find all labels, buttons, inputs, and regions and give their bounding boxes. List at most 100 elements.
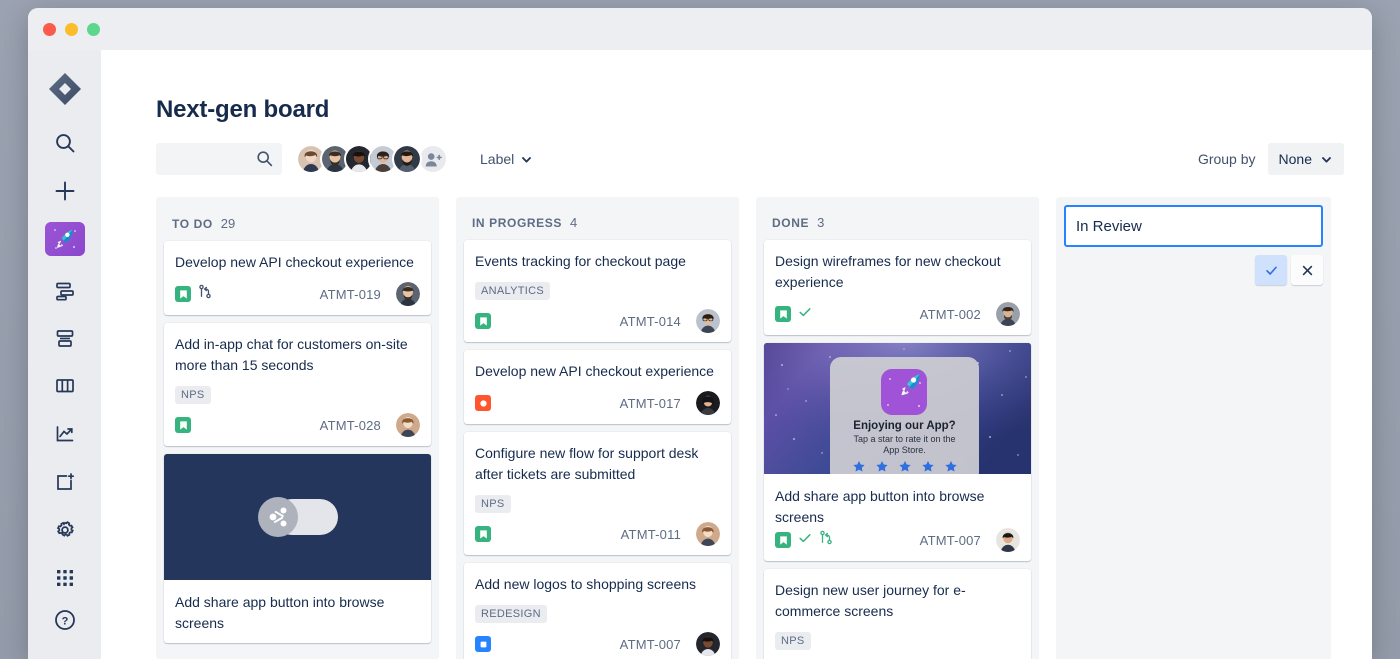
atlassian-logo[interactable] [45, 72, 85, 106]
column-header[interactable]: IN PROGRESS 4 [464, 197, 731, 240]
board-main: Next-gen board Label Group by None TO DO… [101, 50, 1372, 659]
board-toolbar: Label Group by None [156, 143, 1372, 175]
board-icon[interactable] [45, 369, 85, 403]
column-header[interactable]: DONE 3 [764, 197, 1031, 240]
avatar[interactable] [696, 632, 720, 656]
avatar[interactable] [996, 528, 1020, 552]
roadmap-icon[interactable] [45, 322, 85, 356]
board-columns: TO DO 29 Develop new API checkout experi… [156, 197, 1372, 659]
issue-key: ATMT-014 [619, 313, 681, 329]
confirm-new-column-button[interactable] [1255, 255, 1287, 285]
card[interactable]: Develop new API checkout experience ATMT… [464, 350, 731, 424]
new-column-form [1056, 197, 1331, 659]
avatar[interactable] [996, 302, 1020, 326]
avatar[interactable] [696, 522, 720, 546]
column-count: 3 [817, 215, 825, 230]
issue-key: ATMT-011 [620, 526, 681, 542]
zoom-window-button[interactable] [87, 22, 100, 36]
chevron-down-icon [522, 156, 532, 163]
svg-text:Tap a star to rate it on the: Tap a star to rate it on the [853, 434, 955, 444]
issue-key: ATMT-007 [919, 532, 981, 548]
card-footer: ATMT-007 [475, 632, 720, 656]
card-title: Configure new flow for support desk afte… [475, 445, 699, 482]
new-column-actions [1064, 255, 1323, 285]
card[interactable]: Add in-app chat for customers on-site mo… [164, 323, 431, 446]
cancel-new-column-button[interactable] [1291, 255, 1323, 285]
group-by-select[interactable]: None [1267, 143, 1344, 175]
column-title: IN PROGRESS [472, 216, 562, 230]
card[interactable]: Enjoying our App? Tap a star to rate it … [764, 343, 1031, 561]
branch-icon [819, 530, 833, 550]
app-body: ? Next-gen board Label Group by None TO … [28, 50, 1372, 659]
card[interactable]: Develop new API checkout experience ATMT… [164, 241, 431, 315]
column-header[interactable]: TO DO 29 [164, 197, 431, 241]
group-by-label: Group by [1197, 151, 1256, 167]
apps-grid-icon[interactable] [45, 561, 85, 595]
help-icon[interactable]: ? [45, 609, 85, 645]
check-icon [1265, 266, 1277, 275]
search-icon[interactable] [45, 126, 85, 160]
avatar[interactable] [696, 309, 720, 333]
create-icon[interactable] [45, 174, 85, 208]
backlog-icon[interactable] [45, 274, 85, 308]
group-by-value: None [1278, 151, 1312, 167]
new-column-name-input[interactable] [1064, 205, 1323, 247]
close-window-button[interactable] [43, 22, 56, 36]
card-footer: ATMT-014 [475, 309, 720, 333]
issue-key: ATMT-019 [319, 286, 381, 302]
desktop-background: ? Next-gen board Label Group by None TO … [0, 0, 1400, 659]
card[interactable]: Configure new flow for support desk afte… [464, 432, 731, 555]
story-type-icon [475, 526, 491, 542]
minimize-window-button[interactable] [65, 22, 78, 36]
card-footer: ATMT-019 [175, 282, 420, 306]
card[interactable]: Add new logos to shopping screens REDESI… [464, 563, 731, 659]
avatar[interactable] [396, 413, 420, 437]
story-type-icon [175, 417, 191, 433]
issue-key: ATMT-007 [619, 636, 681, 652]
label-filter-text: Label [480, 151, 515, 167]
project-rocket-icon[interactable] [44, 221, 85, 256]
card[interactable]: Add share app button into browse screens [164, 454, 431, 643]
card-title: Develop new API checkout experience [175, 254, 414, 270]
pages-icon[interactable] [45, 465, 85, 499]
issue-key: ATMT-002 [919, 306, 981, 322]
card-footer: ATMT-007 [764, 528, 1031, 552]
svg-text:?: ? [61, 615, 68, 627]
card-title: Add in-app chat for customers on-site mo… [175, 336, 408, 373]
card-tag: NPS [775, 632, 811, 650]
card[interactable]: Design wireframes for new checkout exper… [764, 240, 1031, 335]
issue-key: ATMT-028 [319, 417, 381, 433]
avatar[interactable] [696, 391, 720, 415]
group-by-control: Group by None [1198, 143, 1344, 175]
column-in-progress: IN PROGRESS 4 Events tracking for checko… [456, 197, 739, 659]
reports-icon[interactable] [45, 417, 85, 451]
card-tag: REDESIGN [475, 605, 547, 623]
check-icon [798, 531, 812, 550]
card[interactable]: Design new user journey for e-commerce s… [764, 569, 1031, 659]
card-title: Develop new API checkout experience [475, 363, 714, 379]
card-title: Design new user journey for e-commerce s… [775, 582, 966, 619]
add-people-button[interactable] [418, 144, 448, 174]
branch-icon [198, 284, 212, 304]
settings-icon[interactable] [45, 513, 85, 547]
story-type-icon [775, 306, 791, 322]
page-title: Next-gen board [156, 96, 330, 123]
card[interactable]: Events tracking for checkout page ANALYT… [464, 240, 731, 342]
window-titlebar [28, 8, 1372, 50]
card-footer: ATMT-017 [475, 391, 720, 415]
search-input[interactable] [156, 143, 282, 175]
assignee-avatar-group [296, 144, 448, 174]
avatar[interactable] [392, 144, 422, 174]
card-footer: ATMT-011 [475, 522, 720, 546]
card-footer: ATMT-002 [775, 302, 1020, 326]
browser-window: ? Next-gen board Label Group by None TO … [28, 8, 1372, 659]
label-filter-dropdown[interactable]: Label [472, 146, 541, 172]
card-cover-image: Enjoying our App? Tap a star to rate it … [764, 343, 1031, 474]
card-cover-image [164, 454, 431, 580]
column-count: 4 [569, 215, 578, 230]
chevron-down-icon [1322, 156, 1331, 163]
bug-type-icon [475, 395, 491, 411]
card-tag: NPS [475, 495, 511, 513]
avatar[interactable] [396, 282, 420, 306]
column-title: TO DO [172, 217, 213, 231]
